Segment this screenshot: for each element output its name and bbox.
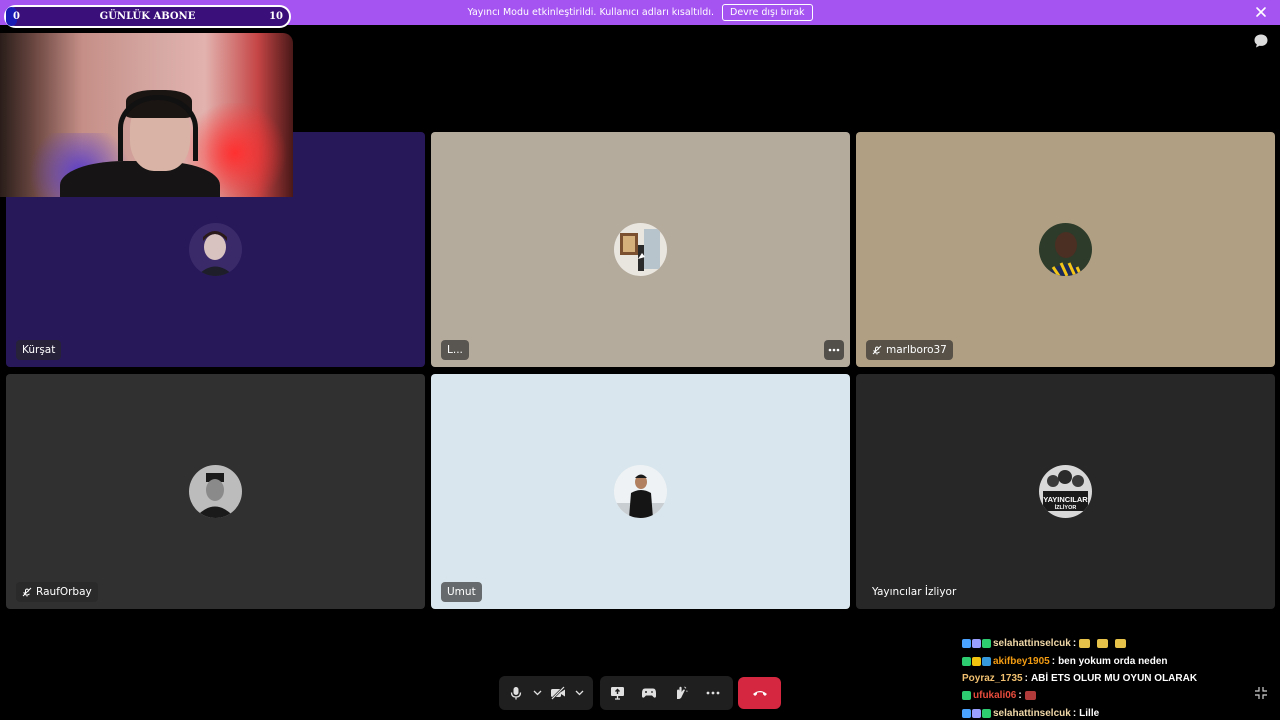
participant-name: Kürşat	[22, 344, 56, 356]
chat-separator: :	[1072, 638, 1077, 650]
badge-icon	[972, 639, 981, 649]
badge-icon	[982, 639, 991, 649]
microphone-button[interactable]	[503, 680, 529, 706]
stream-chat-overlay: selahattinselcuk: akifbey1905: ben yokum o…	[962, 635, 1272, 720]
screen-share-icon	[610, 687, 624, 700]
participant-name: L...	[447, 344, 463, 356]
participant-name: Umut	[447, 586, 476, 598]
chat-username[interactable]: ufukali06	[973, 690, 1016, 701]
chat-message: selahattinselcuk:	[962, 635, 1272, 652]
chat-username[interactable]: selahattinselcuk	[993, 638, 1071, 649]
participant-name-tag: Yayıncılar İzliyor	[866, 582, 963, 602]
chat-message: Poyraz_1735: ABİ ETS OLUR MU OYUN OLARAK	[962, 670, 1272, 687]
chat-username[interactable]: akifbey1905	[993, 656, 1050, 667]
audio-video-controls	[499, 676, 593, 710]
avatar	[189, 465, 242, 518]
participant-tile[interactable]: marlboro37	[856, 132, 1275, 367]
participant-name-tag: Umut	[441, 582, 482, 602]
participant-tile[interactable]: RaufOrbay	[6, 374, 425, 609]
chat-separator: :	[1018, 690, 1022, 702]
soundboard-button[interactable]	[668, 680, 694, 706]
chat-separator: :	[1072, 707, 1077, 719]
chevron-down-icon	[575, 690, 583, 696]
emote-icon	[1079, 639, 1091, 649]
call-action-controls	[600, 676, 733, 710]
participant-name: RaufOrbay	[36, 586, 92, 598]
activities-button[interactable]	[636, 680, 662, 706]
participant-name-tag: marlboro37	[866, 340, 953, 360]
chat-message-text: ABİ ETS OLUR MU OYUN OLARAK	[1030, 672, 1198, 684]
microphone-options-button[interactable]	[529, 680, 545, 706]
chat-badges	[962, 639, 991, 649]
badge-icon	[982, 656, 991, 666]
muted-microphone-icon	[872, 345, 882, 355]
avatar: YAYINCILAR İZLİYOR	[1039, 465, 1092, 518]
badge-icon	[962, 708, 971, 718]
avatar-text-line2: İZLİYOR	[1055, 504, 1077, 511]
more-icon	[706, 691, 720, 695]
camera-off-icon	[551, 686, 565, 700]
chat-separator: :	[1024, 672, 1028, 684]
avatar	[614, 223, 667, 276]
more-icon	[828, 348, 840, 352]
headset	[118, 95, 198, 161]
participant-name: Yayıncılar İzliyor	[872, 586, 957, 598]
chat-message: selahattinselcuk: Lille	[962, 705, 1272, 720]
sub-goal-title: GÜNLÜK ABONE	[99, 11, 196, 22]
badge-icon	[962, 691, 971, 701]
disable-streamer-mode-button[interactable]: Devre dışı bırak	[722, 4, 813, 21]
chat-badges	[962, 656, 991, 666]
chevron-down-icon	[533, 690, 541, 696]
badge-icon	[972, 708, 981, 718]
badge-icon	[972, 656, 981, 666]
avatar	[614, 465, 667, 518]
badge-icon	[962, 656, 971, 666]
badge-icon	[962, 639, 971, 649]
participant-name-tag: L...	[441, 340, 469, 360]
chat-badges	[962, 708, 991, 718]
participant-name-tag: RaufOrbay	[16, 582, 98, 602]
hang-up-phone-icon	[752, 691, 767, 696]
discord-call-window: Yayıncı Modu etkinleştirildi. Kullanıcı …	[0, 0, 1280, 720]
chat-message-text: ben yokum orda neden	[1058, 655, 1168, 667]
disconnect-button[interactable]	[738, 677, 781, 709]
close-icon[interactable]	[1254, 5, 1268, 19]
microphone-icon	[510, 687, 522, 700]
participant-tile[interactable]: Umut	[431, 374, 850, 609]
sub-goal-end: 10	[269, 11, 283, 22]
more-options-button[interactable]	[700, 680, 726, 706]
chat-badges	[962, 691, 971, 701]
screen-share-button[interactable]	[604, 680, 630, 706]
participant-tile[interactable]: L...	[431, 132, 850, 367]
chat-message: akifbey1905: ben yokum orda neden	[962, 652, 1272, 669]
more-options-button[interactable]	[824, 340, 844, 360]
participant-name: marlboro37	[886, 344, 947, 356]
camera-button[interactable]	[545, 680, 571, 706]
chat-username[interactable]: Poyraz_1735	[962, 673, 1023, 684]
emote-icon	[1097, 639, 1109, 649]
streamer-webcam	[0, 33, 293, 197]
participant-tile[interactable]: YAYINCILAR İZLİYOR Yayıncılar İzliyor	[856, 374, 1275, 609]
chat-separator: :	[1051, 655, 1056, 667]
chat-bubble-icon[interactable]	[1253, 33, 1269, 49]
chat-username[interactable]: selahattinselcuk	[993, 708, 1071, 719]
badge-icon	[982, 708, 991, 718]
sub-goal-widget: 0 GÜNLÜK ABONE 10	[4, 5, 291, 28]
camera-options-button[interactable]	[571, 680, 587, 706]
emote-icon	[1024, 691, 1036, 701]
chat-message: ufukali06:	[962, 687, 1272, 704]
avatar	[1039, 223, 1092, 276]
streamer-mode-text: Yayıncı Modu etkinleştirildi. Kullanıcı …	[467, 7, 714, 18]
emote-icon	[1115, 639, 1127, 649]
avatar	[189, 223, 242, 276]
participant-name-tag: Kürşat	[16, 340, 62, 360]
soundboard-icon	[677, 686, 688, 699]
chat-message-text: Lille	[1079, 707, 1100, 719]
avatar-text-line1: YAYINCILAR	[1043, 495, 1088, 504]
gamepad-icon	[642, 688, 656, 698]
muted-microphone-icon	[22, 587, 32, 597]
